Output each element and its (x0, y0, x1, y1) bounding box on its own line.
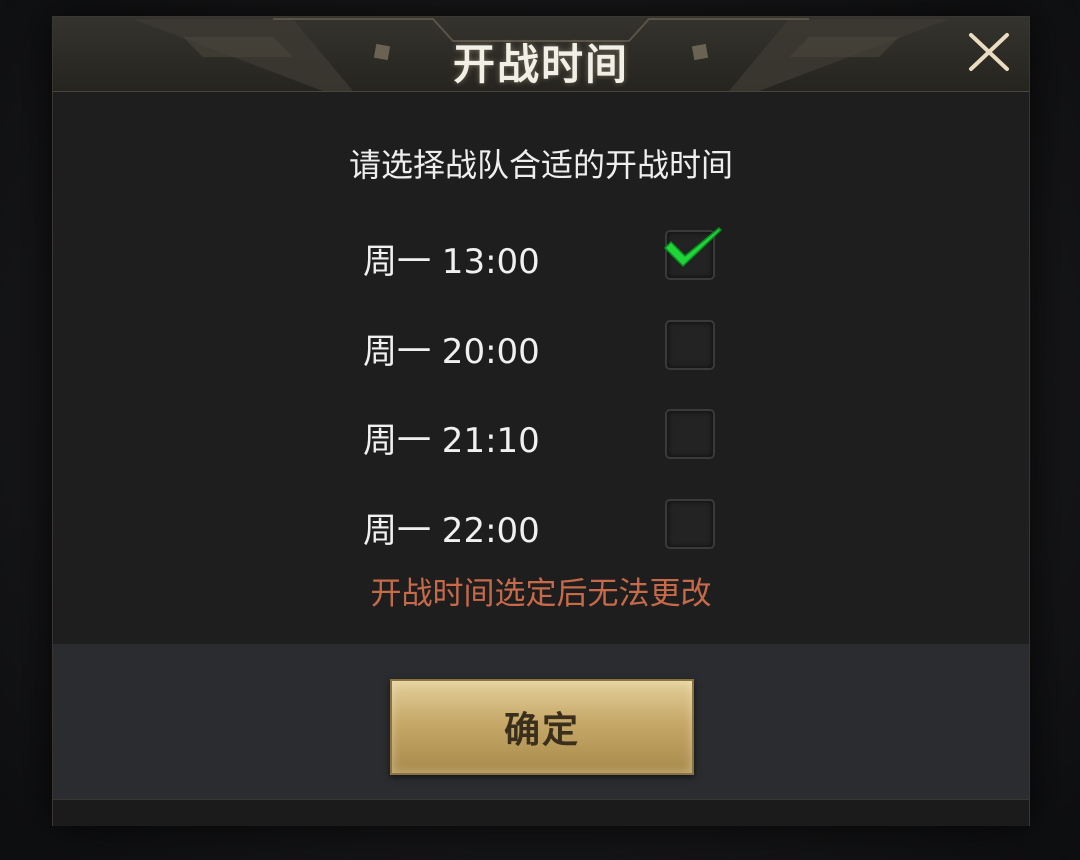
confirm-button-label: 确定 (503, 710, 580, 751)
time-slot-checkbox-checked[interactable] (663, 226, 723, 280)
time-slot-checkbox[interactable] (665, 409, 715, 459)
battle-time-dialog: 开战时间 请选择战队合适的开战时间 周一 13:00 周一 20:00 周一 2… (52, 16, 1030, 826)
dialog-header: 开战时间 (53, 17, 1029, 92)
time-slot-row[interactable]: 周一 20:00 (53, 316, 1029, 376)
time-slot-label: 周一 21:10 (363, 421, 540, 461)
time-slot-checkbox[interactable] (665, 320, 715, 370)
time-slot-row[interactable]: 周一 21:10 (53, 405, 1029, 465)
time-slot-label: 周一 13:00 (363, 242, 540, 282)
confirm-button[interactable]: 确定 (390, 679, 694, 775)
dialog-bottom-frame (53, 799, 1029, 826)
checkmark-icon (663, 226, 723, 268)
time-slot-label: 周一 22:00 (363, 511, 540, 551)
warning-text: 开战时间选定后无法更改 (370, 576, 712, 612)
dialog-footer: 确定 (53, 644, 1029, 799)
time-slot-list: 周一 13:00 周一 20:00 周一 21:10 周一 22:00 (53, 92, 1029, 562)
dialog-title: 开战时间 (452, 40, 629, 89)
time-slot-label: 周一 20:00 (363, 332, 540, 372)
time-slot-row[interactable]: 周一 13:00 (53, 226, 1029, 286)
time-slot-row[interactable]: 周一 22:00 (53, 495, 1029, 555)
close-button[interactable] (965, 27, 1015, 77)
dialog-content: 请选择战队合适的开战时间 周一 13:00 周一 20:00 周一 21:10 … (53, 92, 1029, 644)
time-slot-checkbox[interactable] (665, 499, 715, 549)
close-icon (969, 33, 1009, 71)
